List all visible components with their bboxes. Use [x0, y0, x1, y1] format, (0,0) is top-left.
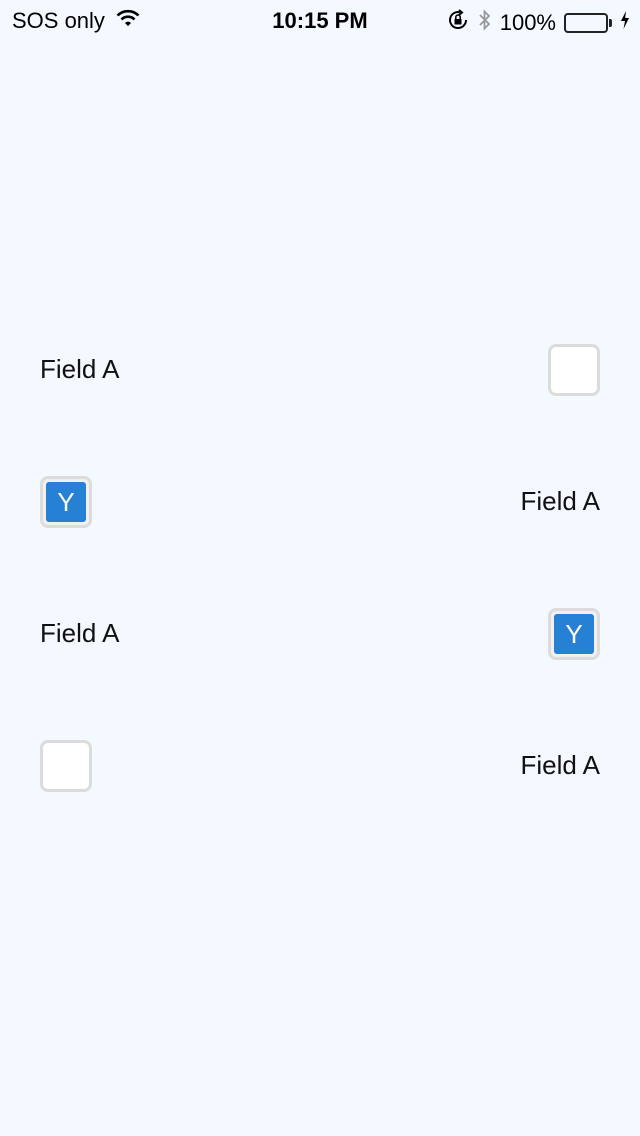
- form-row-1: Field A: [40, 344, 600, 396]
- rotation-lock-icon: [446, 9, 470, 37]
- checkbox-mark: Y: [554, 614, 594, 654]
- checkbox-mark: Y: [46, 482, 86, 522]
- form-row-2: Y Field A: [40, 476, 600, 528]
- field-a-label: Field A: [520, 486, 601, 516]
- field-a-checkbox[interactable]: [548, 344, 600, 396]
- form-row-3: Field A Y: [40, 608, 600, 660]
- bluetooth-icon: [478, 8, 492, 38]
- battery-icon: [564, 13, 612, 33]
- field-a-label: Field A: [40, 618, 120, 648]
- status-bar: SOS only 10:15 PM 100%: [0, 0, 640, 40]
- field-a-checkbox[interactable]: Y: [40, 476, 92, 528]
- charging-icon: [620, 10, 630, 36]
- battery-percent: 100%: [499, 10, 556, 35]
- field-a-label: Field A: [40, 354, 120, 384]
- field-a-checkbox[interactable]: [40, 740, 92, 792]
- status-bar-right: 100%: [446, 8, 630, 38]
- form-row-4: Field A: [40, 740, 600, 792]
- field-a-label: Field A: [520, 750, 601, 780]
- field-a-checkbox[interactable]: Y: [548, 608, 600, 660]
